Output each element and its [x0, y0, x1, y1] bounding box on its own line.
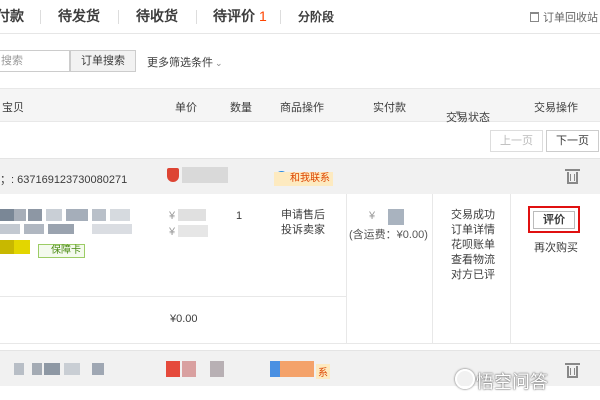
quantity-value: 1 — [236, 210, 243, 222]
caret-down-icon: ▼ — [454, 109, 462, 118]
wukong-logo-icon — [455, 369, 475, 389]
recycle-bin-link[interactable]: 订单回收站 — [530, 9, 598, 25]
col-paid: 实付款 — [373, 102, 406, 114]
delete-order-icon-2[interactable] — [565, 363, 580, 378]
other-party-reviewed-link[interactable]: 对方已评 — [451, 268, 495, 283]
trash-icon — [530, 12, 539, 22]
prev-page-button[interactable]: 上一页 — [490, 130, 543, 152]
original-price-symbol: ¥ — [169, 210, 176, 222]
col-status-label: 交易状态 — [446, 112, 490, 124]
col-actions: 交易操作 — [534, 102, 578, 114]
tab-to-review-count: 1 — [259, 8, 267, 24]
watermark: 悟空问答 — [476, 372, 548, 392]
product-thumbnail-mosaic[interactable] — [0, 209, 14, 221]
order-search-input[interactable]: 搜索 — [0, 50, 70, 72]
tab-divider — [118, 10, 119, 24]
shop-badge-icon — [167, 168, 179, 182]
paid-symbol: ¥ — [369, 210, 376, 222]
mosaic-block — [14, 209, 26, 221]
apply-after-sale-link[interactable]: 申请售后 — [281, 208, 325, 223]
tab-pay[interactable]: 付款 — [0, 6, 24, 26]
chevron-down-icon: ⌄ — [215, 58, 223, 68]
shop-badge-icon — [166, 361, 180, 377]
mosaic-block — [64, 363, 80, 375]
review-button[interactable]: 评价 — [533, 211, 575, 229]
tab-divider — [280, 10, 281, 24]
tab-to-review-label: 待评价 — [213, 8, 255, 24]
view-logistics-link[interactable]: 查看物流 — [451, 253, 495, 268]
tab-divider — [196, 10, 197, 24]
tab-to-ship[interactable]: 待发货 — [58, 6, 100, 26]
recycle-bin-label: 订单回收站 — [543, 12, 598, 24]
status-trade-success: 交易成功 — [451, 209, 495, 221]
order-number: ；: 637169123730080271 — [0, 174, 128, 186]
item-ops-list: 申请售后 投诉卖家 — [281, 208, 325, 238]
order-search-button[interactable]: 订单搜索 — [70, 50, 136, 72]
col-quantity: 数量 — [230, 102, 252, 114]
tab-to-receive[interactable]: 待收货 — [136, 6, 178, 26]
mosaic-block — [14, 363, 24, 375]
price-symbol: ¥ — [169, 226, 176, 238]
divider — [510, 194, 511, 344]
price-blurred — [178, 225, 208, 237]
mosaic-block — [66, 209, 88, 221]
chat-icon — [270, 361, 280, 377]
contact-seller-link-2[interactable]: 系 — [316, 364, 330, 379]
price-blurred — [178, 209, 206, 221]
paid-amount-blurred — [388, 209, 404, 225]
divider — [346, 194, 347, 344]
guarantee-card-badge[interactable]: 保障卡 — [38, 244, 85, 258]
col-unit-price: 单价 — [175, 102, 197, 114]
mosaic-block — [44, 363, 60, 375]
divider — [432, 194, 433, 344]
status-links: 交易成功 订单详情 花呗账单 查看物流 对方已评 — [451, 208, 495, 283]
tab-divider — [40, 10, 41, 24]
order-header: ；: 637169123730080271 和我联系 — [0, 158, 600, 194]
table-header: 宝贝 单价 数量 商品操作 实付款 交易状态 ▼ 交易操作 — [0, 88, 600, 124]
huabei-bill-link[interactable]: 花呗账单 — [451, 238, 495, 253]
mosaic-block — [0, 240, 14, 254]
mosaic-block — [182, 361, 196, 377]
shipping-fee: (含运费：¥0.00) — [349, 229, 428, 241]
next-page-button[interactable]: 下一页 — [546, 130, 599, 152]
mosaic-block — [210, 361, 224, 377]
more-filters-dropdown[interactable]: 更多筛选条件 ⌄ — [147, 54, 223, 70]
mosaic-block — [280, 361, 314, 377]
mosaic-block — [28, 209, 42, 221]
mosaic-block — [46, 209, 62, 221]
divider — [0, 296, 346, 297]
mosaic-block — [14, 240, 30, 254]
col-item: 宝贝 — [2, 102, 24, 114]
tab-installment[interactable]: 分阶段 — [298, 8, 334, 25]
mosaic-block — [92, 224, 132, 234]
mosaic-block — [0, 224, 20, 234]
mosaic-block — [48, 224, 74, 234]
order-status-tabs: 付款 待发货 待收货 待评价 1 分阶段 订单回收站 — [0, 0, 600, 34]
mosaic-block — [32, 363, 42, 375]
buy-again-link[interactable]: 再次购买 — [534, 239, 578, 255]
shop-name-blurred[interactable] — [182, 167, 228, 183]
more-filters-label: 更多筛选条件 — [147, 57, 213, 69]
mosaic-block — [110, 209, 130, 221]
complain-seller-link[interactable]: 投诉卖家 — [281, 223, 325, 238]
delete-order-icon[interactable] — [565, 169, 580, 184]
mosaic-block — [92, 363, 104, 375]
tab-to-review[interactable]: 待评价 1 — [213, 6, 267, 26]
col-item-ops: 商品操作 — [280, 102, 324, 114]
mosaic-block — [24, 224, 44, 234]
mosaic-block — [92, 209, 106, 221]
contact-seller-link[interactable]: 和我联系 — [274, 172, 333, 186]
order-subtotal: ¥0.00 — [170, 313, 198, 325]
order-detail-link[interactable]: 订单详情 — [451, 223, 495, 238]
